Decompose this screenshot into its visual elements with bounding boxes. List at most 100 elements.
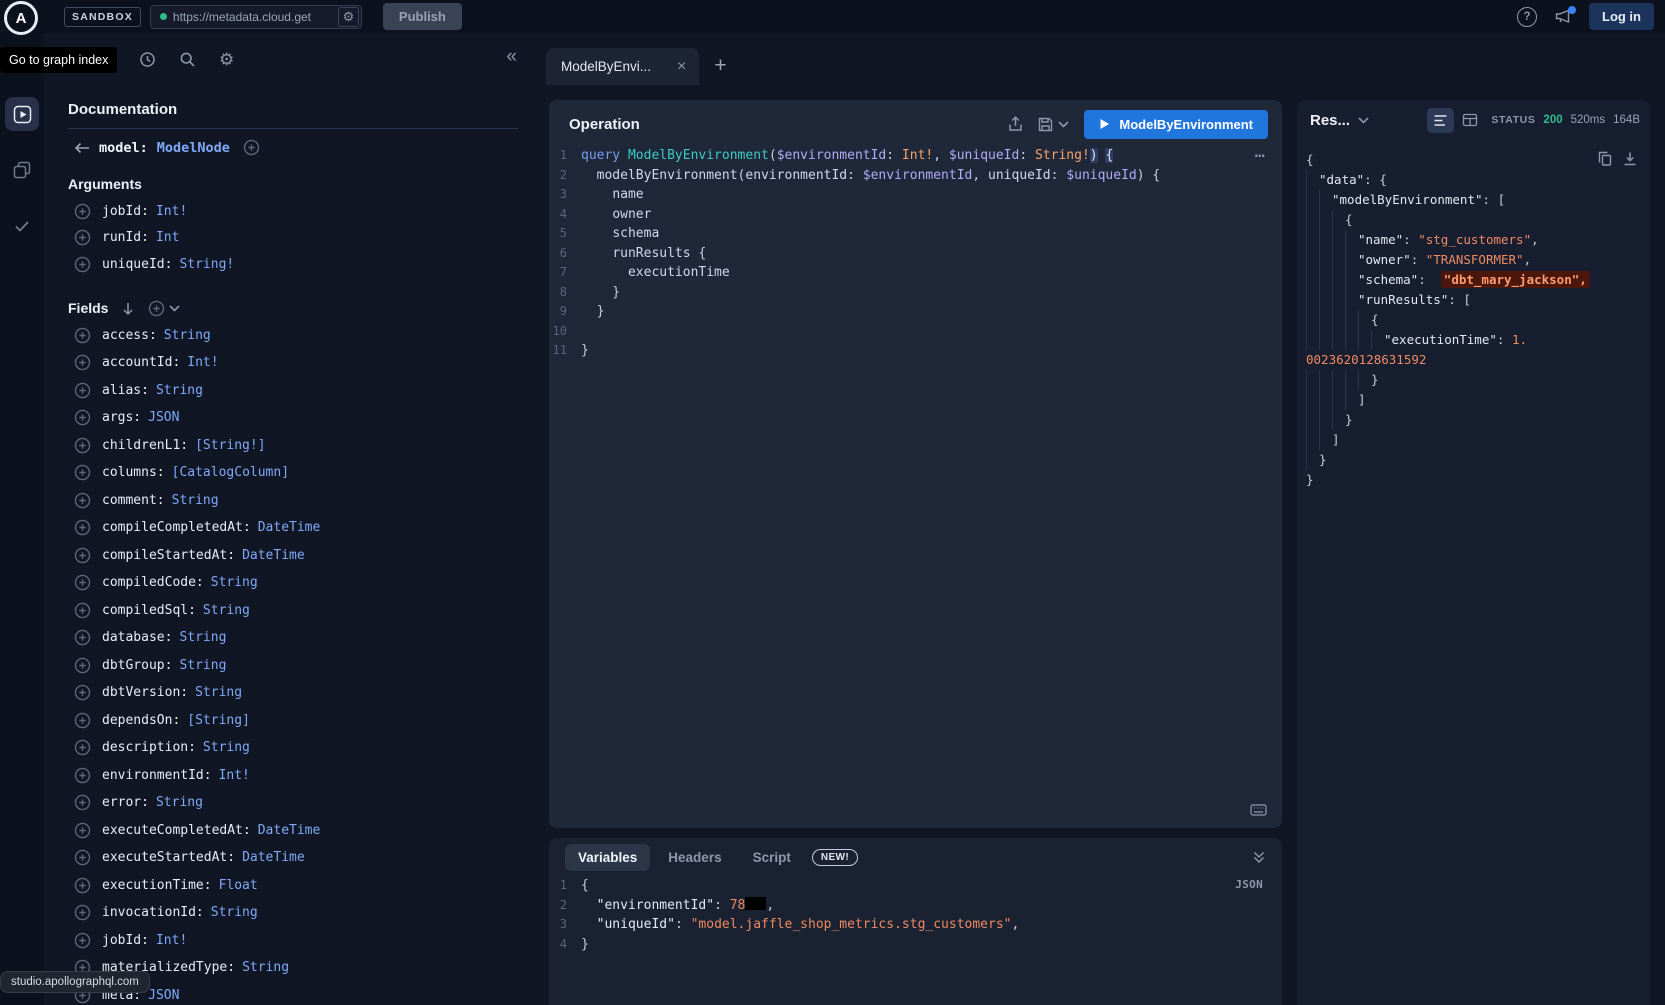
keyboard-shortcuts-icon[interactable] <box>1250 803 1267 817</box>
add-to-operation-icon[interactable] <box>74 794 91 811</box>
field-type[interactable]: String <box>203 603 250 618</box>
doc-field-row[interactable]: executeCompletedAt:DateTime <box>74 817 518 845</box>
add-to-operation-icon[interactable] <box>74 629 91 646</box>
copy-response-icon[interactable] <box>1598 151 1612 166</box>
add-all-fields-button[interactable] <box>148 300 180 317</box>
doc-field-row[interactable]: description:String <box>74 734 518 762</box>
settings-icon[interactable]: ⚙ <box>219 51 234 68</box>
doc-field-row[interactable]: compileCompletedAt:DateTime <box>74 514 518 542</box>
search-icon[interactable] <box>179 51 196 68</box>
field-type[interactable]: [String!] <box>195 438 265 453</box>
schema-icon[interactable] <box>5 153 39 187</box>
collapse-sidebar-icon[interactable]: « <box>506 47 517 66</box>
field-type[interactable]: String <box>156 383 203 398</box>
field-type[interactable]: Float <box>219 878 258 893</box>
field-type[interactable]: String <box>211 905 258 920</box>
field-type[interactable]: String <box>156 795 203 810</box>
add-to-operation-icon[interactable] <box>74 904 91 921</box>
announcements-button[interactable] <box>1554 9 1572 24</box>
doc-field-row[interactable]: compileStartedAt:DateTime <box>74 542 518 570</box>
add-to-operation-icon[interactable] <box>74 684 91 701</box>
doc-field-row[interactable]: access:String <box>74 322 518 350</box>
login-button[interactable]: Log in <box>1589 3 1654 30</box>
add-to-operation-icon[interactable] <box>74 229 91 246</box>
tab-modelbyenvironment[interactable]: ModelByEnvi... × <box>546 48 699 85</box>
help-button[interactable]: ? <box>1517 7 1537 27</box>
collapse-variables-icon[interactable] <box>1252 851 1266 864</box>
add-to-operation-icon[interactable] <box>74 849 91 866</box>
doc-field-row[interactable]: executionTime:Float <box>74 872 518 900</box>
add-to-operation-icon[interactable] <box>74 767 91 784</box>
field-type[interactable]: Int! <box>187 355 218 370</box>
close-tab-icon[interactable]: × <box>677 59 686 75</box>
field-type[interactable]: String <box>211 575 258 590</box>
add-to-operation-icon[interactable] <box>74 382 91 399</box>
tab-script[interactable]: Script <box>740 844 804 871</box>
field-type[interactable]: [String] <box>187 713 250 728</box>
doc-field-row[interactable]: dbtVersion:String <box>74 679 518 707</box>
add-to-operation-icon[interactable] <box>74 354 91 371</box>
doc-field-row[interactable]: environmentId:Int! <box>74 762 518 790</box>
add-to-operation-icon[interactable] <box>74 464 91 481</box>
response-menu-chevron-icon[interactable] <box>1358 117 1369 124</box>
editor-menu-icon[interactable]: ⋯ <box>1255 146 1266 166</box>
apollo-logo[interactable]: A <box>4 1 38 35</box>
add-to-operation-icon[interactable] <box>74 547 91 564</box>
field-type[interactable]: String <box>203 740 250 755</box>
add-to-operation-icon[interactable] <box>74 877 91 894</box>
doc-field-row[interactable]: executeStartedAt:DateTime <box>74 844 518 872</box>
doc-field-row[interactable]: alias:String <box>74 377 518 405</box>
field-type[interactable]: Int! <box>219 768 250 783</box>
doc-field-row[interactable]: dependsOn:[String] <box>74 707 518 735</box>
field-type[interactable]: String <box>195 685 242 700</box>
run-operation-button[interactable]: ModelByEnvironment <box>1084 110 1268 139</box>
doc-field-row[interactable]: accountId:Int! <box>74 349 518 377</box>
field-type[interactable]: String <box>164 328 211 343</box>
share-operation-icon[interactable] <box>1008 116 1023 132</box>
add-to-operation-icon[interactable] <box>74 256 91 273</box>
doc-field-row[interactable]: args:JSON <box>74 404 518 432</box>
save-menu-chevron-icon[interactable] <box>1058 121 1069 128</box>
checklist-icon[interactable] <box>5 209 39 243</box>
back-icon[interactable] <box>74 141 90 155</box>
breadcrumb-type[interactable]: ModelNode <box>157 140 230 156</box>
doc-field-row[interactable]: childrenL1:[String!] <box>74 432 518 460</box>
field-type[interactable]: String <box>179 630 226 645</box>
doc-field-row[interactable]: compiledSql:String <box>74 597 518 625</box>
endpoint-url-field[interactable]: https://metadata.cloud.get ⚙ <box>150 5 362 29</box>
add-to-operation-icon[interactable] <box>74 602 91 619</box>
add-to-operation-icon[interactable] <box>74 519 91 536</box>
add-to-operation-icon[interactable] <box>74 574 91 591</box>
add-to-operation-icon[interactable] <box>74 437 91 454</box>
doc-field-row[interactable]: compiledCode:String <box>74 569 518 597</box>
doc-field-row[interactable]: columns:[CatalogColumn] <box>74 459 518 487</box>
download-response-icon[interactable] <box>1623 151 1637 166</box>
doc-field-row[interactable]: jobId:Int! <box>74 927 518 955</box>
publish-button[interactable]: Publish <box>383 3 462 30</box>
operation-editor[interactable]: 1query ModelByEnvironment($environmentId… <box>549 142 1282 828</box>
doc-argument-row[interactable]: runId:Int <box>74 225 518 252</box>
field-type[interactable]: DateTime <box>258 823 321 838</box>
tab-headers[interactable]: Headers <box>655 844 734 871</box>
field-type[interactable]: Int <box>156 230 179 245</box>
explorer-icon[interactable] <box>5 97 39 131</box>
field-type[interactable]: JSON <box>148 410 179 425</box>
field-type[interactable]: Int! <box>156 933 187 948</box>
field-type[interactable]: DateTime <box>242 548 305 563</box>
connection-settings-icon[interactable]: ⚙ <box>338 7 359 27</box>
doc-field-row[interactable]: dbtGroup:String <box>74 652 518 680</box>
field-type[interactable]: String <box>172 493 219 508</box>
new-tab-button[interactable]: + <box>714 55 726 76</box>
field-type[interactable]: DateTime <box>258 520 321 535</box>
variables-editor[interactable]: JSON 1{2 "environmentId": 78,3 "uniqueId… <box>549 872 1282 1005</box>
add-type-icon[interactable] <box>243 139 260 156</box>
tab-variables[interactable]: Variables <box>565 844 650 871</box>
doc-field-row[interactable]: database:String <box>74 624 518 652</box>
history-icon[interactable] <box>139 51 156 68</box>
doc-argument-row[interactable]: uniqueId:String! <box>74 251 518 278</box>
sort-fields-icon[interactable] <box>121 301 135 316</box>
add-to-operation-icon[interactable] <box>74 203 91 220</box>
table-view-button[interactable] <box>1462 113 1478 127</box>
field-type[interactable]: JSON <box>148 988 179 1003</box>
field-type[interactable]: [CatalogColumn] <box>172 465 289 480</box>
